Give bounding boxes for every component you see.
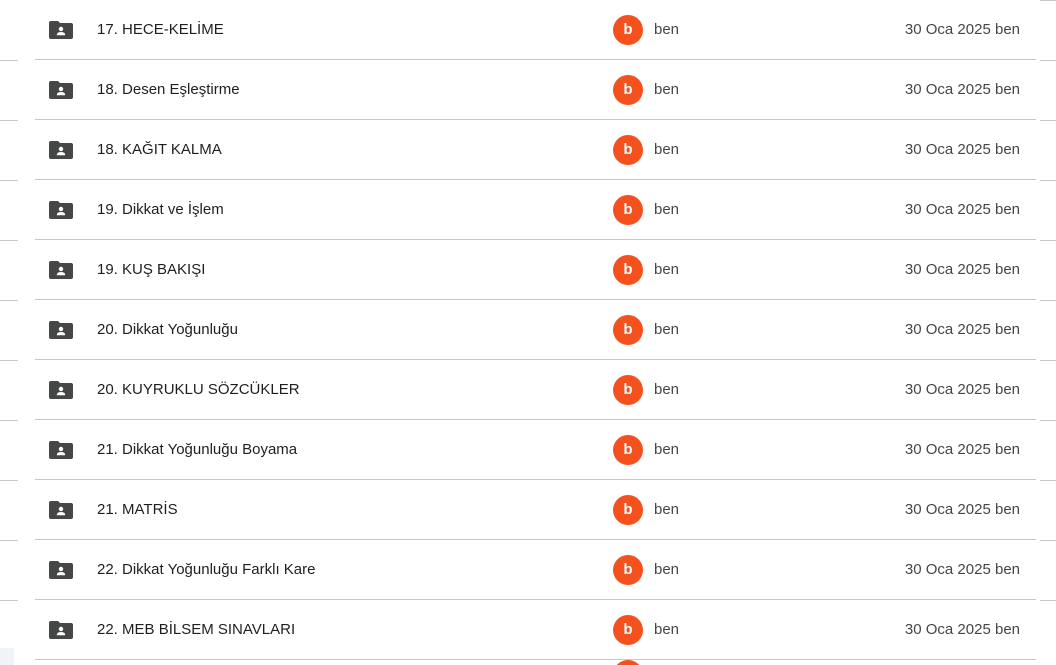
modified-label: 30 Oca 2025 ben xyxy=(904,81,1020,98)
modified-label: 30 Oca 2025 ben xyxy=(904,621,1020,638)
folder-name: 18. KAĞIT KALMA xyxy=(97,141,222,158)
modified-label: 30 Oca 2025 ben xyxy=(904,21,1020,38)
owner-avatar[interactable]: b xyxy=(613,75,643,105)
owner-avatar[interactable]: b xyxy=(613,555,643,585)
shared-folder-icon xyxy=(49,561,73,579)
rail-tick xyxy=(0,540,18,541)
table-row[interactable]: 18. KAĞIT KALMA b ben 30 Oca 2025 ben xyxy=(35,120,1036,180)
rail-tick xyxy=(1040,420,1056,421)
modified-label: 30 Oca 2025 ben xyxy=(904,141,1020,158)
table-row[interactable]: 20. KUYRUKLU SÖZCÜKLER b ben 30 Oca 2025… xyxy=(35,360,1036,420)
folder-name: 22. Dikkat Yoğunluğu Farklı Kare xyxy=(97,561,316,578)
owner-avatar[interactable]: b xyxy=(613,615,643,645)
folder-name: 19. KUŞ BAKIŞI xyxy=(97,261,206,278)
file-list: 17. HECE-KELİME b ben 30 Oca 2025 ben 18… xyxy=(35,0,1036,665)
rail-tick xyxy=(0,180,18,181)
shared-folder-icon xyxy=(49,21,73,39)
owner-label: ben xyxy=(654,141,680,158)
rail-tick xyxy=(0,300,18,301)
table-row-partial[interactable] xyxy=(35,660,1036,665)
owner-label: ben xyxy=(654,501,680,518)
owner-avatar[interactable]: b xyxy=(613,135,643,165)
owner-avatar[interactable]: b xyxy=(613,15,643,45)
owner-label: ben xyxy=(654,561,680,578)
rail-tick xyxy=(0,420,18,421)
shared-folder-icon xyxy=(49,441,73,459)
folder-name: 22. MEB BİLSEM SINAVLARI xyxy=(97,621,296,638)
left-rail xyxy=(0,0,20,665)
rail-tick xyxy=(1040,360,1056,361)
table-row[interactable]: 20. Dikkat Yoğunluğu b ben 30 Oca 2025 b… xyxy=(35,300,1036,360)
owner-label: ben xyxy=(654,621,680,638)
owner-label: ben xyxy=(654,441,680,458)
folder-name: 19. Dikkat ve İşlem xyxy=(97,201,224,218)
file-list-viewport: 17. HECE-KELİME b ben 30 Oca 2025 ben 18… xyxy=(0,0,1056,665)
shared-folder-icon xyxy=(49,621,73,639)
owner-label: ben xyxy=(654,81,680,98)
owner-label: ben xyxy=(654,321,680,338)
rail-tick xyxy=(1040,0,1056,1)
owner-avatar[interactable]: b xyxy=(613,195,643,225)
owner-avatar[interactable] xyxy=(613,660,643,665)
rail-tick xyxy=(0,60,18,61)
folder-name: 21. MATRİS xyxy=(97,501,178,518)
shared-folder-icon xyxy=(49,81,73,99)
table-row[interactable]: 21. Dikkat Yoğunluğu Boyama b ben 30 Oca… xyxy=(35,420,1036,480)
rail-tick xyxy=(1040,240,1056,241)
shared-folder-icon xyxy=(49,261,73,279)
right-rail xyxy=(1036,0,1056,665)
table-row[interactable]: 19. KUŞ BAKIŞI b ben 30 Oca 2025 ben xyxy=(35,240,1036,300)
shared-folder-icon xyxy=(49,501,73,519)
owner-label: ben xyxy=(654,381,680,398)
folder-name: 21. Dikkat Yoğunluğu Boyama xyxy=(97,441,298,458)
table-row[interactable]: 22. MEB BİLSEM SINAVLARI b ben 30 Oca 20… xyxy=(35,600,1036,660)
table-row[interactable]: 18. Desen Eşleştirme b ben 30 Oca 2025 b… xyxy=(35,60,1036,120)
modified-label: 30 Oca 2025 ben xyxy=(904,321,1020,338)
modified-label: 30 Oca 2025 ben xyxy=(904,501,1020,518)
rail-tick xyxy=(1040,120,1056,121)
modified-label: 30 Oca 2025 ben xyxy=(904,201,1020,218)
owner-label: ben xyxy=(654,201,680,218)
rail-tick xyxy=(1040,600,1056,601)
rail-tick xyxy=(0,360,18,361)
modified-label: 30 Oca 2025 ben xyxy=(904,561,1020,578)
shared-folder-icon xyxy=(49,381,73,399)
rail-tick xyxy=(0,600,18,601)
table-row[interactable]: 17. HECE-KELİME b ben 30 Oca 2025 ben xyxy=(35,0,1036,60)
owner-avatar[interactable]: b xyxy=(613,375,643,405)
shared-folder-icon xyxy=(49,321,73,339)
modified-label: 30 Oca 2025 ben xyxy=(904,441,1020,458)
owner-label: ben xyxy=(654,261,680,278)
folder-name: 20. KUYRUKLU SÖZCÜKLER xyxy=(97,381,300,398)
rail-tick xyxy=(1040,60,1056,61)
folder-name: 20. Dikkat Yoğunluğu xyxy=(97,321,238,338)
rail-tick xyxy=(1040,180,1056,181)
folder-name: 18. Desen Eşleştirme xyxy=(97,81,240,98)
table-row[interactable]: 19. Dikkat ve İşlem b ben 30 Oca 2025 be… xyxy=(35,180,1036,240)
modified-label: 30 Oca 2025 ben xyxy=(904,381,1020,398)
rail-tick xyxy=(1040,540,1056,541)
shared-folder-icon xyxy=(49,201,73,219)
rail-tick xyxy=(0,120,18,121)
table-row[interactable]: 21. MATRİS b ben 30 Oca 2025 ben xyxy=(35,480,1036,540)
owner-avatar[interactable]: b xyxy=(613,435,643,465)
owner-avatar[interactable]: b xyxy=(613,255,643,285)
folder-name: 17. HECE-KELİME xyxy=(97,21,224,38)
owner-avatar[interactable]: b xyxy=(613,495,643,525)
sidebar-edge xyxy=(0,648,14,665)
rail-tick xyxy=(0,240,18,241)
rail-tick xyxy=(1040,300,1056,301)
table-row[interactable]: 22. Dikkat Yoğunluğu Farklı Kare b ben 3… xyxy=(35,540,1036,600)
shared-folder-icon xyxy=(49,141,73,159)
modified-label: 30 Oca 2025 ben xyxy=(904,261,1020,278)
owner-avatar[interactable]: b xyxy=(613,315,643,345)
rail-tick xyxy=(1040,480,1056,481)
owner-label: ben xyxy=(654,21,680,38)
rail-tick xyxy=(0,480,18,481)
